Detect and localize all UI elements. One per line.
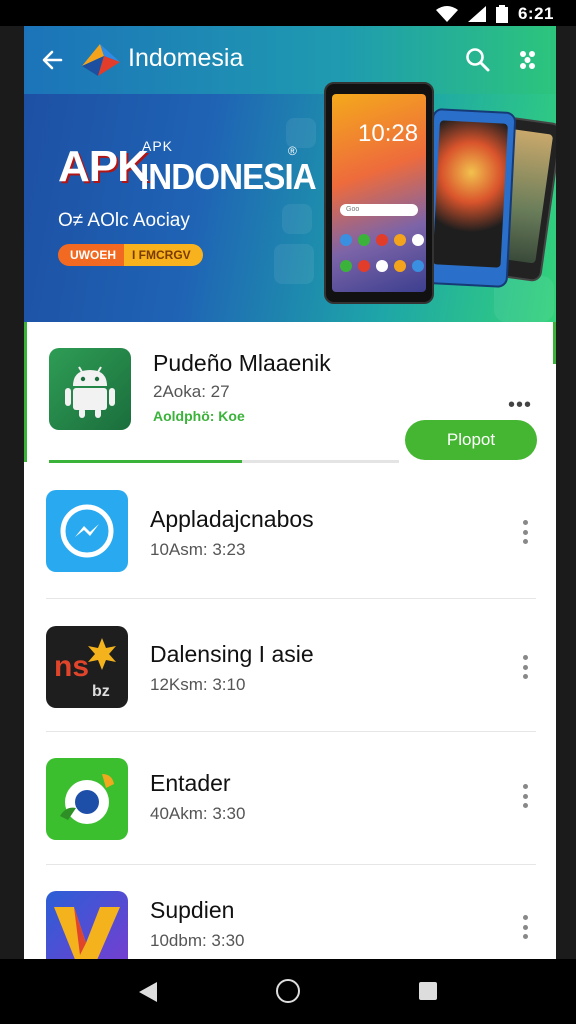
app-title-2: Dalensing I asie [150, 641, 314, 667]
triangle-back-icon [139, 982, 157, 1002]
back-arrow-icon [42, 50, 63, 70]
app-subtitle-1: 10Asm: 3:23 [150, 540, 246, 559]
app-title: Indomesia [128, 44, 244, 72]
banner-apk-small: APK [142, 138, 174, 154]
phone-search: Goo [340, 204, 418, 216]
more-vert-icon[interactable] [522, 520, 528, 544]
phone-illustration-middle [423, 107, 517, 289]
search-button[interactable] [462, 44, 494, 76]
list-item[interactable]: Entader 40Akm: 3:30 [24, 732, 556, 865]
app-window: Indomesia APK APK INDONESIA ® O≠ AOlc Ao… [24, 26, 556, 959]
more-vert-icon[interactable] [522, 784, 528, 808]
camera-app-icon [46, 758, 128, 840]
list-item[interactable]: Appladajcnabos 10Asm: 3:23 [24, 462, 556, 599]
svg-text:bz: bz [92, 683, 110, 700]
more-options-button[interactable] [512, 44, 544, 76]
app-list: Pudeño Mlaaenik 2Aoka: 27 Aoldphö: Koe •… [24, 322, 556, 959]
header-banner: Indomesia APK APK INDONESIA ® O≠ AOlc Ao… [24, 26, 556, 322]
status-bar: 6:21 [0, 0, 576, 26]
app-subtitle-0: 2Aoka: 27 [153, 382, 230, 401]
app-title-1: Appladajcnabos [150, 506, 314, 532]
list-item[interactable]: Supdien 10dbm: 3:30 [24, 865, 556, 959]
video-app-icon [46, 891, 128, 959]
pill-right: I FMCRGV [124, 244, 203, 266]
app-title-4: Supdien [150, 897, 235, 923]
phone-time: 10:28 [358, 120, 419, 147]
top-app-bar: Indomesia [24, 26, 556, 94]
logo-icon [80, 42, 122, 78]
more-icon [520, 51, 535, 69]
list-item[interactable]: ns bz Dalensing I asie 12Ksm: 3:10 [24, 599, 556, 732]
search-icon [466, 48, 490, 72]
list-item-featured[interactable]: Pudeño Mlaaenik 2Aoka: 27 Aoldphö: Koe •… [24, 322, 556, 463]
wifi-icon [435, 6, 458, 22]
status-clock: 6:21 [517, 4, 554, 23]
nav-recents-button[interactable] [419, 982, 437, 1000]
signal-icon [467, 6, 486, 22]
banner-pill[interactable]: UWOEH I FMCRGV [58, 244, 203, 266]
app-subtitle-4: 10dbm: 3:30 [150, 931, 245, 950]
banner-apk-text: APK [58, 142, 149, 191]
game-app-icon: ns bz [46, 626, 128, 708]
app-title-0: Pudeño Mlaaenik [153, 350, 331, 376]
registered-mark: ® [288, 144, 297, 158]
pill-left: UWOEH [58, 244, 124, 266]
nav-back-button[interactable] [137, 980, 159, 1009]
banner-subtitle: O≠ AOlc Aociay [58, 210, 190, 231]
app-subtitle-2: 12Ksm: 3:10 [150, 675, 246, 694]
install-button[interactable]: Plopot [405, 420, 537, 460]
svg-text:ns: ns [54, 650, 89, 683]
app-status-0: Aoldphö: Koe [153, 408, 245, 424]
banner-brand: INDONESIA [140, 156, 317, 197]
messenger-app-icon [46, 490, 128, 572]
nav-home-button[interactable] [276, 979, 300, 1003]
app-title-3: Entader [150, 770, 231, 796]
battery-icon [495, 5, 508, 23]
more-vert-icon[interactable] [522, 915, 528, 939]
overflow-menu-icon[interactable]: ••• [508, 394, 532, 417]
system-nav-bar [0, 959, 576, 1024]
android-app-icon [49, 348, 131, 430]
app-subtitle-3: 40Akm: 3:30 [150, 804, 246, 823]
more-vert-icon[interactable] [522, 655, 528, 679]
back-button[interactable] [36, 44, 68, 76]
phone-illustration-front: 10:28 Goo [324, 82, 434, 304]
